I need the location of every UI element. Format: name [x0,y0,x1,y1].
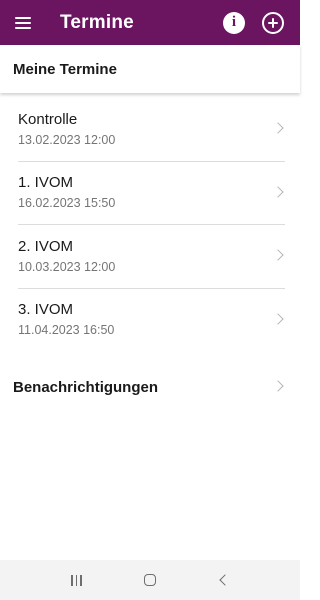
appointment-item[interactable]: 2. IVOM 10.03.2023 12:00 [0,225,300,288]
appointment-item[interactable]: 1. IVOM 16.02.2023 15:50 [0,162,300,225]
recents-button[interactable] [57,560,97,600]
appointment-title: Kontrolle [18,110,78,128]
appointment-date: 10.03.2023 12:00 [18,259,116,274]
info-button[interactable]: i [223,11,245,34]
app-bar: Termine i [0,0,300,45]
add-appointment-button[interactable] [262,11,284,34]
appointment-title: 3. IVOM [18,301,74,319]
home-button[interactable] [130,560,170,600]
info-icon: i [231,14,237,30]
page-title: Termine [60,11,134,33]
appointment-item[interactable]: Kontrolle 13.02.2023 12:00 [0,98,300,161]
appointment-item[interactable]: 3. IVOM 11.04.2023 16:50 [0,289,300,352]
notifications-item[interactable]: Benachrichtigungen [0,365,300,409]
appointment-date: 13.02.2023 12:00 [18,132,116,147]
appointment-title: 2. IVOM [18,237,74,255]
back-icon [219,574,231,586]
appointment-title: 1. IVOM [18,174,74,192]
menu-button[interactable] [0,0,46,45]
appointment-list: Kontrolle 13.02.2023 12:00 1. IVOM 16.02… [0,98,300,351]
chevron-right-icon [272,380,284,392]
hamburger-menu-icon [15,16,31,29]
system-navigation-bar [0,560,300,600]
notifications-label: Benachrichtigungen [13,378,159,396]
appointment-date: 11.04.2023 16:50 [18,323,115,338]
section-header-my-appointments: Meine Termine [0,45,300,93]
back-button[interactable] [203,560,243,600]
home-icon [143,574,156,586]
recents-icon [71,574,83,586]
appointment-date: 16.02.2023 15:50 [18,196,116,211]
